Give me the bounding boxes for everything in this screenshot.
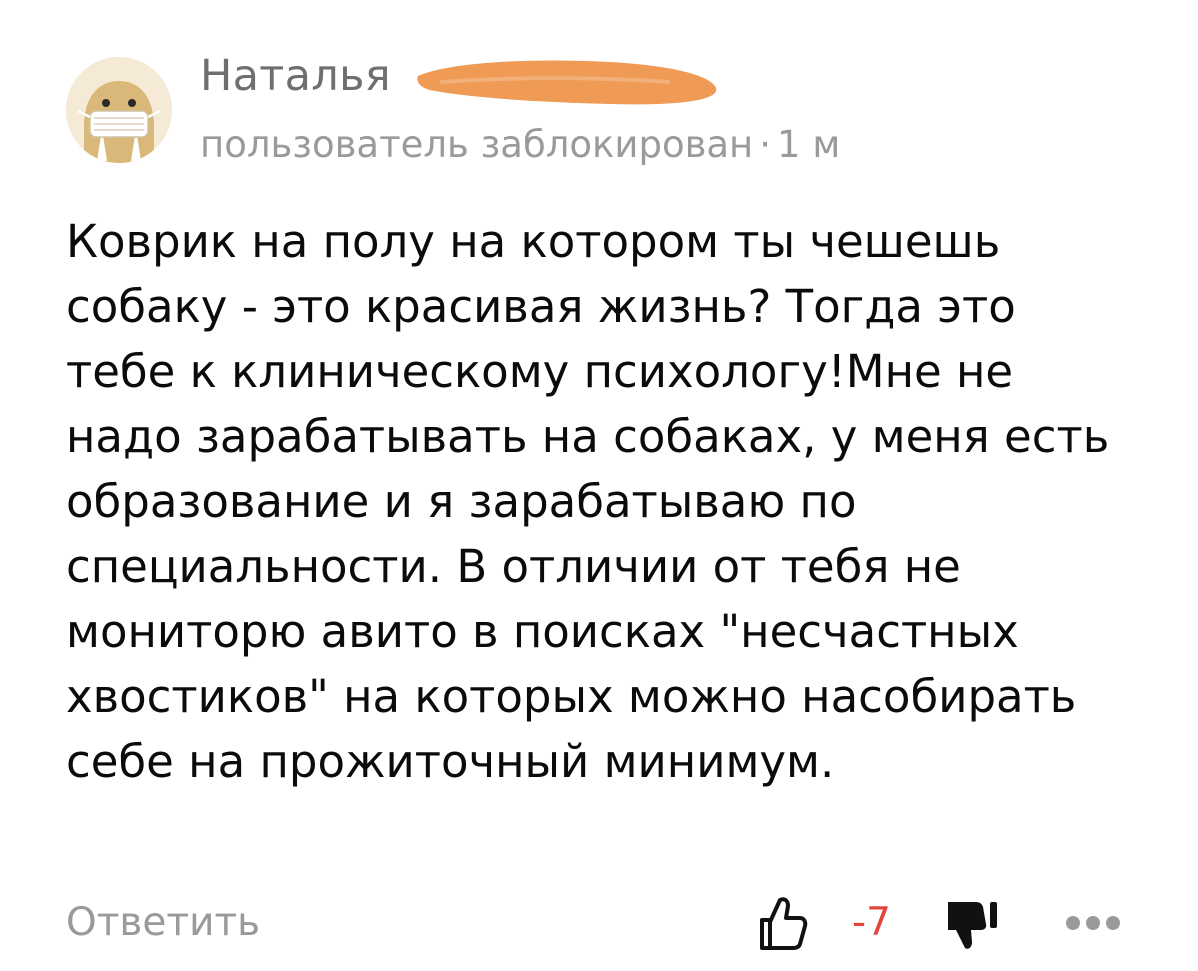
comment-text-line: тебе к клиническому психологу!Мне не <box>66 345 1014 398</box>
comment-card: Наталья пользователь заблокирован · 1 м Ко… <box>0 0 1198 971</box>
meta-separator: · <box>759 123 772 166</box>
comment-text-line: собаку - это красивая жизнь? Тогда это <box>66 280 1016 333</box>
comment-text-line: специальности. В отличии от тебя не <box>66 540 961 593</box>
comment-time: 1 м <box>777 123 841 166</box>
walrus-mask-icon <box>66 57 172 163</box>
comment-text-line: Коврик на полу на котором ты чешешь <box>66 215 1001 268</box>
comment-text-line: мониторю авито в поисках "несчастных <box>66 605 1019 658</box>
comment-text-line: образование и я зарабатываю по <box>66 475 857 528</box>
redaction-scribble <box>417 60 717 105</box>
more-horizontal-icon[interactable] <box>1064 906 1122 940</box>
comment-meta: пользователь заблокирован · 1 м <box>200 121 840 169</box>
user-status: пользователь заблокирован <box>200 123 754 166</box>
avatar[interactable] <box>66 57 172 163</box>
thumb-up-icon[interactable] <box>758 894 808 950</box>
comment-text-line: хвостиков" на которых можно насобирать <box>66 670 1077 723</box>
comment-text: Коврик на полу на котором ты чешешь собак… <box>66 209 1166 794</box>
rating-count: -7 <box>852 900 891 945</box>
comment-text-line: себе на прожиточный минимум. <box>66 735 835 788</box>
comment-text-line: надо зарабатывать на собаках, у меня ест… <box>66 410 1110 463</box>
author-name[interactable]: Наталья <box>200 50 391 102</box>
reply-button[interactable]: Ответить <box>66 893 260 953</box>
thumb-down-icon[interactable] <box>946 896 998 952</box>
